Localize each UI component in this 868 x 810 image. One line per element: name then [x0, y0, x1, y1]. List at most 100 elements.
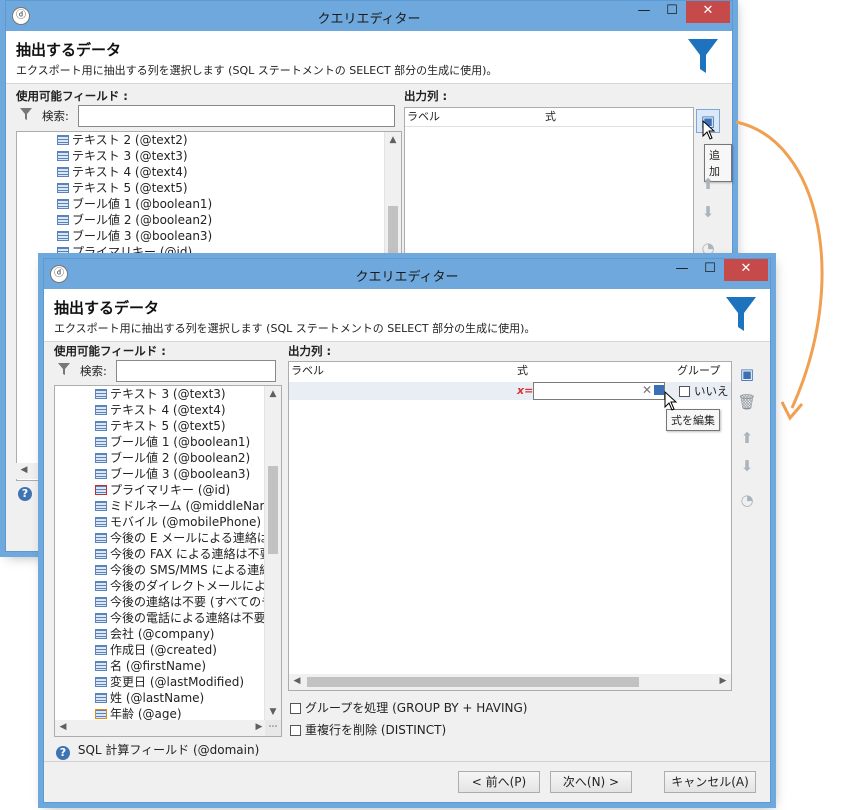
- tree-item[interactable]: テキスト 4 (@text4): [57, 164, 188, 180]
- scroll-left-icon[interactable]: ◀: [55, 722, 71, 732]
- back-header-title: 抽出するデータ: [16, 41, 122, 59]
- scroll-left-icon[interactable]: ◀: [16, 465, 32, 475]
- group-value: いいえ: [694, 384, 729, 398]
- expression-input[interactable]: ✕: [533, 382, 665, 400]
- tree-item[interactable]: 姓 (@lastName): [95, 690, 204, 706]
- tree-item[interactable]: ブール値 2 (@boolean2): [57, 212, 212, 228]
- close-icon[interactable]: ✕: [724, 259, 768, 281]
- scroll-down-icon[interactable]: ▼: [265, 707, 281, 717]
- front-available-fields-label: 使用可能フィールド :: [54, 344, 166, 358]
- tree-item[interactable]: 今後の電話による連絡は不要 (: [95, 610, 274, 626]
- field-label: ブール値 1 (@boolean1): [110, 435, 251, 449]
- tree-item[interactable]: テキスト 2 (@text2): [57, 132, 188, 148]
- sort-icon[interactable]: ◔: [697, 237, 719, 259]
- move-up-icon[interactable]: ⬆: [697, 173, 719, 195]
- field-label: 今後の FAX による連絡は不要: [110, 547, 272, 561]
- group-by-checkbox[interactable]: [290, 703, 301, 714]
- back-output-grid[interactable]: ラベル 式: [404, 107, 694, 257]
- back-search-input[interactable]: [78, 105, 395, 127]
- field-icon: [57, 167, 69, 177]
- prev-button[interactable]: < 前へ(P): [458, 771, 540, 793]
- group-by-label: グループを処理 (GROUP BY + HAVING): [305, 701, 528, 715]
- tree-item[interactable]: テキスト 3 (@text3): [57, 148, 188, 164]
- tree-item[interactable]: ブール値 3 (@boolean3): [95, 466, 250, 482]
- distinct-checkbox[interactable]: [290, 725, 301, 736]
- move-down-icon[interactable]: ⬇: [736, 455, 758, 477]
- maximize-icon[interactable]: ☐: [658, 1, 686, 23]
- tree-item[interactable]: 名 (@firstName): [95, 658, 206, 674]
- field-label: ブール値 3 (@boolean3): [110, 467, 251, 481]
- help-icon[interactable]: ?: [18, 487, 32, 501]
- clear-icon[interactable]: ✕: [642, 383, 652, 397]
- output-hscroll[interactable]: ◀ ▶: [289, 674, 731, 690]
- field-icon: [57, 231, 69, 241]
- back-window-title: クエリエディター: [317, 12, 421, 27]
- sort-icon[interactable]: ◔: [736, 489, 758, 511]
- cancel-button[interactable]: キャンセル(A): [664, 771, 756, 793]
- scroll-up-icon[interactable]: ▲: [265, 389, 281, 399]
- tree-item[interactable]: ブール値 1 (@boolean1): [57, 196, 212, 212]
- field-icon: [95, 597, 107, 607]
- field-label: テキスト 5 (@text5): [110, 419, 226, 433]
- tree-item[interactable]: テキスト 5 (@text5): [95, 418, 226, 434]
- field-icon: [95, 693, 107, 703]
- help-icon[interactable]: ?: [56, 746, 70, 760]
- tree-item[interactable]: 今後の SMS/MMS による連絡: [95, 562, 271, 578]
- tree-item[interactable]: 会社 (@company): [95, 626, 215, 642]
- minimize-icon[interactable]: —: [630, 1, 658, 23]
- scroll-thumb[interactable]: [307, 677, 639, 687]
- tree-item[interactable]: 変更日 (@lastModified): [95, 674, 244, 690]
- scroll-right-icon[interactable]: ▶: [715, 676, 731, 686]
- field-icon: [95, 421, 107, 431]
- tree-item[interactable]: テキスト 5 (@text5): [57, 180, 188, 196]
- add-column-button[interactable]: ▣: [736, 363, 758, 385]
- tree-item[interactable]: ブール値 1 (@boolean1): [95, 434, 250, 450]
- tree-item[interactable]: 作成日 (@created): [95, 642, 217, 658]
- tree-item[interactable]: モバイル (@mobilePhone): [95, 514, 261, 530]
- calc-field-icon: [95, 709, 107, 719]
- front-tree-scrollbar[interactable]: ▲ ▼: [264, 386, 281, 720]
- scroll-left-icon[interactable]: ◀: [289, 676, 305, 686]
- tree-item[interactable]: テキスト 3 (@text3): [95, 386, 226, 402]
- distinct-option[interactable]: 重複行を削除 (DISTINCT): [290, 721, 446, 738]
- field-label: 作成日 (@created): [110, 643, 217, 657]
- tree-item[interactable]: ブール値 3 (@boolean3): [57, 228, 212, 244]
- group-checkbox[interactable]: [679, 386, 690, 397]
- close-icon[interactable]: ✕: [686, 1, 730, 23]
- front-header-subtitle: エクスポート用に抽出する列を選択します (SQL ステートメントの SELECT…: [54, 322, 536, 335]
- field-label: 今後のダイレクトメールによる連絡: [110, 579, 281, 593]
- scroll-thumb[interactable]: [388, 206, 398, 256]
- front-titlebar: ⓓ クエリエディター — ☐ ✕: [44, 259, 770, 289]
- front-output-label: 出力列 :: [288, 344, 332, 358]
- filter-icon: [20, 108, 32, 120]
- maximize-icon[interactable]: ☐: [696, 259, 724, 281]
- group-by-option[interactable]: グループを処理 (GROUP BY + HAVING): [290, 699, 527, 716]
- tree-item[interactable]: ブール値 2 (@boolean2): [95, 450, 250, 466]
- tree-item[interactable]: プライマリキー (@id): [95, 482, 230, 498]
- field-label: ブール値 3 (@boolean3): [72, 229, 213, 243]
- front-window-title: クエリエディター: [355, 270, 459, 285]
- more-options-icon[interactable]: ⋯: [265, 720, 281, 736]
- front-tree-hscroll[interactable]: ◀ ▶: [55, 720, 267, 736]
- tree-item[interactable]: テキスト 4 (@text4): [95, 402, 226, 418]
- front-field-tree[interactable]: テキスト 3 (@text3) テキスト 4 (@text4) テキスト 5 (…: [54, 385, 282, 737]
- next-button[interactable]: 次へ(N) >: [550, 771, 632, 793]
- tree-item[interactable]: 今後の連絡は不要 (すべてのチャ: [95, 594, 281, 610]
- field-label: プライマリキー (@id): [72, 245, 193, 259]
- move-down-icon[interactable]: ⬇: [697, 201, 719, 223]
- delete-icon[interactable]: 🗑: [736, 391, 758, 413]
- field-label: プライマリキー (@id): [110, 483, 231, 497]
- edit-expression-icon[interactable]: [654, 385, 664, 395]
- field-label: テキスト 3 (@text3): [72, 149, 188, 163]
- minimize-icon[interactable]: —: [668, 259, 696, 281]
- tree-item[interactable]: 今後の E メールによる連絡は不要: [95, 530, 281, 546]
- field-label: 姓 (@lastName): [110, 691, 205, 705]
- scroll-up-icon[interactable]: ▲: [385, 135, 401, 145]
- scroll-thumb[interactable]: [268, 466, 278, 554]
- tree-item[interactable]: 今後のダイレクトメールによる連絡: [95, 578, 281, 594]
- move-up-icon[interactable]: ⬆: [736, 427, 758, 449]
- front-search-input[interactable]: [116, 360, 276, 382]
- tree-item[interactable]: 今後の FAX による連絡は不要: [95, 546, 272, 562]
- tree-item[interactable]: ミドルネーム (@middleName): [95, 498, 281, 514]
- group-cell[interactable]: いいえ: [679, 383, 729, 399]
